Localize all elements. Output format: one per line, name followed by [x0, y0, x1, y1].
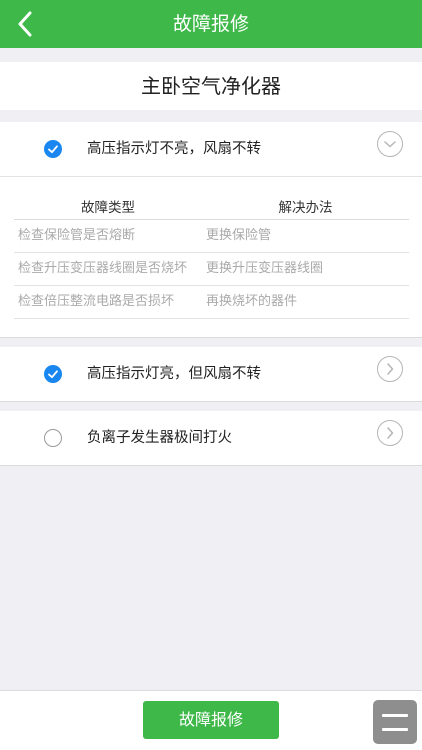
section-divider — [0, 401, 422, 411]
fault-type-cell: 检查倍压整流电路是否损坏 — [14, 285, 202, 319]
chevron-right-icon — [387, 426, 394, 439]
menu-icon — [382, 714, 408, 717]
table-row: 检查升压变压器线圈是否烧坏 更换升压变压器线圈 — [14, 252, 409, 286]
fault-label: 高压指示灯亮，但风扇不转 — [87, 365, 261, 382]
fault-list: 高压指示灯不亮，风扇不转 故障类型 解决办法 检查保险管是否熔断 更换保险管 检… — [0, 122, 422, 466]
fault-item: 高压指示灯亮，但风扇不转 — [0, 346, 422, 402]
device-name: 主卧空气净化器 — [0, 62, 422, 110]
expand-toggle-button[interactable] — [377, 355, 403, 382]
column-header-fault-type: 故障类型 — [14, 193, 202, 220]
chevron-right-icon — [387, 362, 394, 375]
table-row: 检查倍压整流电路是否损坏 再换烧坏的器件 — [14, 285, 409, 319]
solution-table: 故障类型 解决办法 检查保险管是否熔断 更换保险管 检查升压变压器线圈是否烧坏 … — [14, 193, 409, 319]
checkbox-checked[interactable] — [44, 364, 62, 383]
checkbox-unchecked[interactable] — [44, 428, 62, 447]
fault-type-cell: 检查保险管是否熔断 — [14, 219, 202, 253]
fault-row-2[interactable]: 高压指示灯亮，但风扇不转 — [0, 347, 422, 401]
fault-row-1[interactable]: 高压指示灯不亮，风扇不转 — [0, 122, 422, 176]
solution-cell: 更换升压变压器线圈 — [202, 252, 409, 286]
top-nav-bar: 故障报修 — [0, 0, 422, 48]
solution-cell: 更换保险管 — [202, 219, 409, 253]
check-icon — [48, 369, 58, 378]
fault-row-3[interactable]: 负离子发生器极间打火 — [0, 411, 422, 465]
section-divider — [0, 337, 422, 347]
fault-label: 高压指示灯不亮，风扇不转 — [87, 141, 261, 157]
fault-type-cell: 检查升压变压器线圈是否烧坏 — [14, 252, 202, 286]
table-header-row: 故障类型 解决办法 — [14, 193, 409, 220]
expand-toggle-button[interactable] — [377, 131, 403, 157]
bottom-action-bar: 故障报修 — [0, 690, 422, 750]
checkbox-checked[interactable] — [44, 140, 62, 158]
floating-menu-button[interactable] — [373, 700, 417, 744]
page-title: 故障报修 — [172, 13, 249, 35]
fault-item: 高压指示灯不亮，风扇不转 故障类型 解决办法 检查保险管是否熔断 更换保险管 检… — [0, 122, 422, 338]
check-icon — [48, 145, 58, 154]
fault-item: 负离子发生器极间打火 — [0, 410, 422, 466]
chevron-down-icon — [384, 141, 396, 148]
menu-icon-bar — [382, 728, 408, 731]
submit-repair-button[interactable]: 故障报修 — [143, 701, 279, 739]
solution-cell: 再换烧坏的器件 — [202, 285, 409, 319]
expand-toggle-button[interactable] — [377, 419, 403, 446]
column-header-solution: 解决办法 — [202, 193, 409, 220]
table-row: 检查保险管是否熔断 更换保险管 — [14, 219, 409, 253]
fault-detail-panel: 故障类型 解决办法 检查保险管是否熔断 更换保险管 检查升压变压器线圈是否烧坏 … — [0, 176, 422, 337]
fault-label: 负离子发生器极间打火 — [87, 429, 232, 446]
